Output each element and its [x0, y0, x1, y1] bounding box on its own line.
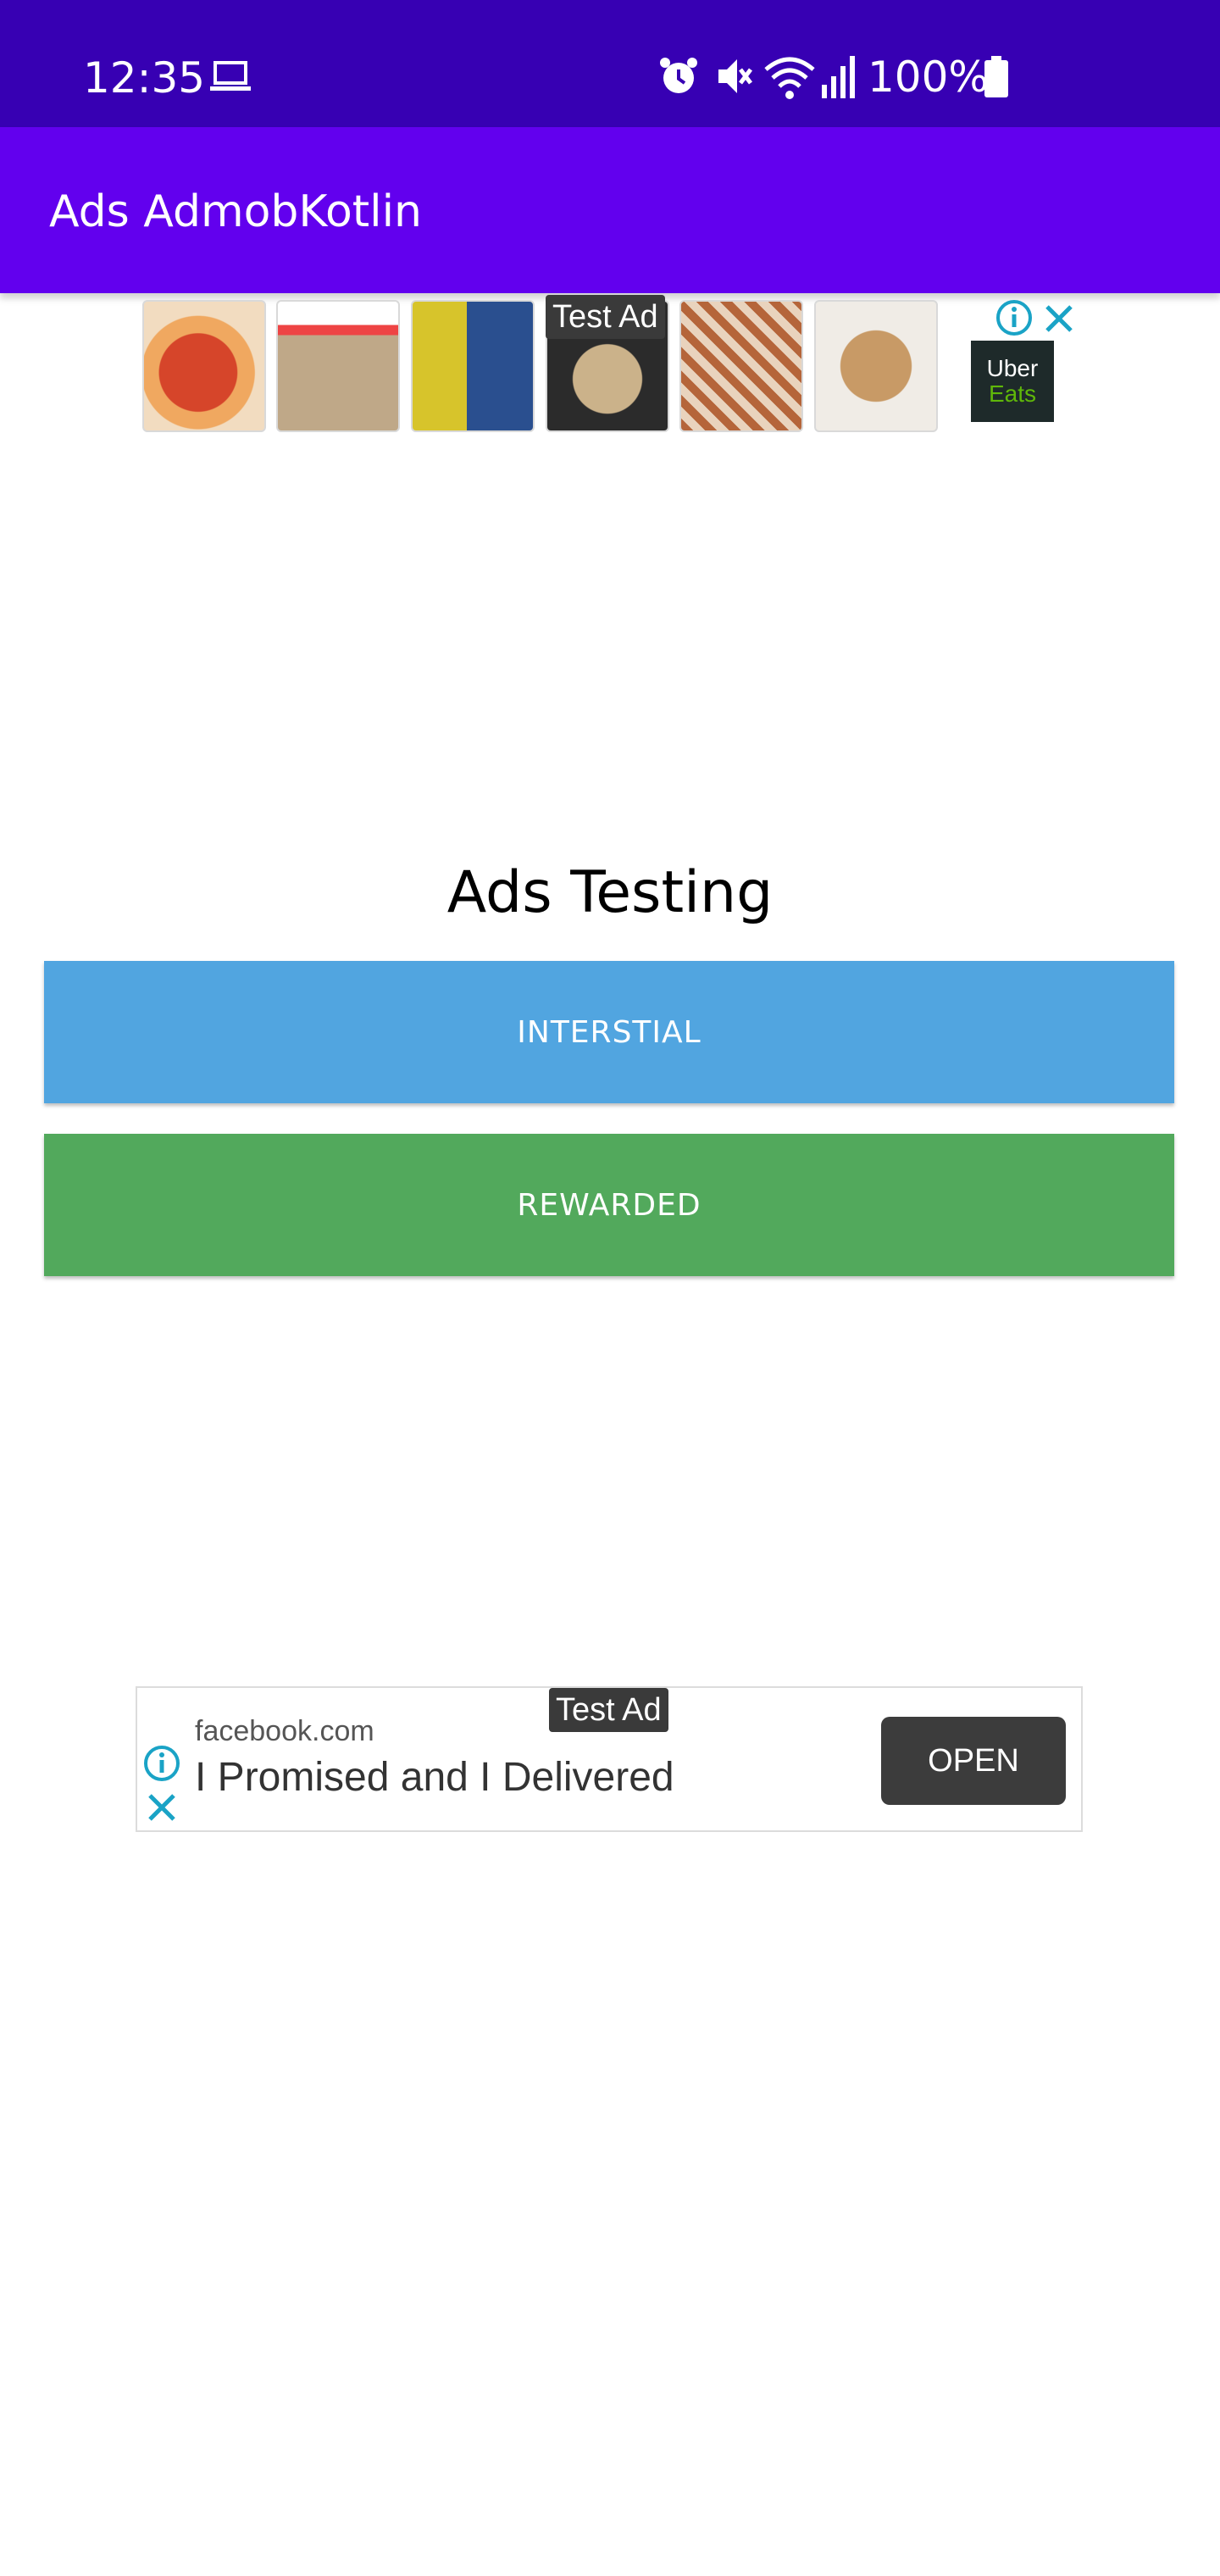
ad-thumbnail-pizza-table[interactable] — [276, 300, 400, 432]
app-title: Ads AdmobKotlin — [49, 186, 422, 237]
ad-open-button[interactable]: OPEN — [881, 1717, 1066, 1805]
ad-info-icon-bottom[interactable] — [142, 1744, 181, 1783]
battery-percentage: 100% — [868, 53, 989, 102]
ad-thumbnail-platter[interactable] — [814, 300, 938, 432]
vibrate-mute-icon — [718, 59, 752, 93]
interstitial-button[interactable]: INTERSTIAL — [44, 961, 1174, 1103]
test-ad-badge-top: Test Ad — [546, 295, 665, 339]
ad-close-icon-bottom[interactable] — [146, 1791, 178, 1824]
uber-eats-logo-line2: Eats — [988, 380, 1037, 407]
ad-thumbnail-pizza[interactable] — [142, 300, 266, 432]
wifi-icon — [764, 57, 815, 99]
ad-info-icon[interactable] — [995, 298, 1034, 337]
uber-eats-logo[interactable]: Uber Eats — [971, 341, 1054, 422]
status-time: 12:35 — [83, 53, 206, 103]
battery-icon — [984, 56, 1008, 97]
alarm-icon — [660, 58, 697, 93]
ad-domain: facebook.com — [195, 1715, 374, 1747]
uber-eats-logo-line1: Uber — [986, 355, 1039, 381]
app-bar: Ads AdmobKotlin — [0, 127, 1220, 293]
test-ad-badge-bottom: Test Ad — [549, 1688, 668, 1732]
signal-icon — [822, 56, 855, 98]
ad-thumbnail-pastries[interactable] — [679, 300, 803, 432]
page-heading: Ads Testing — [446, 859, 774, 926]
ad-close-icon[interactable] — [1042, 302, 1076, 336]
ad-thumbnail-cinepolis[interactable] — [411, 300, 535, 432]
rewarded-button[interactable]: REWARDED — [44, 1134, 1174, 1276]
ad-headline[interactable]: I Promised and I Delivered — [195, 1754, 674, 1801]
laptop-icon — [210, 61, 251, 91]
status-bar: 12:35 100% — [0, 0, 1220, 127]
